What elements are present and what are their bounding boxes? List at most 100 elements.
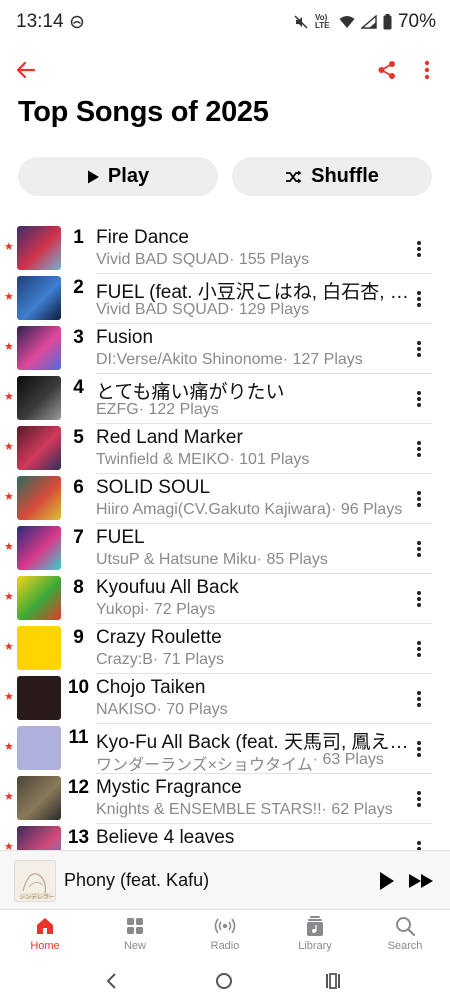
song-row[interactable]: ★ 11 Kyo-Fu All Back (feat. 天馬司, 鳳えむ & 神代類… xyxy=(0,724,450,774)
favorite-star-icon: ★ xyxy=(4,241,14,253)
back-button[interactable] xyxy=(12,56,40,84)
nav-back-button[interactable] xyxy=(99,968,125,994)
more-vertical-icon xyxy=(417,241,421,257)
shuffle-button[interactable]: Shuffle xyxy=(232,157,432,196)
song-row[interactable]: ★ 7 FUEL UtsuP & Hatsune Miku · 85 Plays xyxy=(0,524,450,574)
song-subtitle: EZFG · 122 Plays xyxy=(96,401,410,419)
song-artwork xyxy=(17,526,61,570)
song-play-count: · 63 Plays xyxy=(312,751,384,768)
favorite-star-icon: ★ xyxy=(4,791,14,803)
song-row[interactable]: ★ 5 Red Land Marker Twinfield & MEIKO · 101… xyxy=(0,424,450,474)
song-row[interactable]: ★ 12 Mystic Fragrance Knights & ENSEMBLE ST… xyxy=(0,774,450,824)
tab-radio[interactable]: Radio xyxy=(180,911,270,959)
more-vertical-icon xyxy=(417,691,421,707)
song-title: Mystic Fragrance xyxy=(96,777,242,798)
song-artist: Yukopi xyxy=(96,601,145,618)
tab-label: Search xyxy=(387,940,423,952)
favorite-star-icon: ★ xyxy=(4,641,14,653)
tab-label: New xyxy=(123,940,146,952)
song-row[interactable]: ★ 4 とても痛い痛がりたい EZFG · 122 Plays xyxy=(0,374,450,424)
nav-recents-button[interactable] xyxy=(320,968,346,994)
song-more-button[interactable] xyxy=(408,436,430,462)
favorite-star-icon: ★ xyxy=(4,291,14,303)
nav-home-button[interactable] xyxy=(211,968,237,994)
song-row[interactable]: ★ 2 FUEL (feat. 小豆沢こはね, 白石杏, 東雲彰人 & 青柳冬弥)V… xyxy=(0,274,450,324)
favorite-star-icon: ★ xyxy=(4,391,14,403)
song-play-count: · 101 Plays xyxy=(229,451,310,468)
shuffle-label: Shuffle xyxy=(311,165,379,187)
battery-icon xyxy=(383,14,392,30)
favorite-star-icon: ★ xyxy=(4,691,14,703)
song-row[interactable]: ★ 13 Believe 4 leaves xyxy=(0,824,450,850)
favorite-star-icon: ★ xyxy=(4,841,14,851)
tab-search[interactable]: Search xyxy=(360,911,450,959)
play-button[interactable]: Play xyxy=(18,157,218,196)
song-subtitle: UtsuP & Hatsune Miku · 85 Plays xyxy=(96,551,410,569)
song-row[interactable]: ★ 1 Fire Dance Vivid BAD SQUAD · 155 Plays xyxy=(0,224,450,274)
tab-label: Library xyxy=(298,940,332,952)
song-more-button[interactable] xyxy=(408,736,430,762)
song-play-count: · 62 Plays xyxy=(321,801,393,818)
page-title: Top Songs of 2025 xyxy=(18,96,269,128)
song-artwork xyxy=(17,826,61,850)
song-artist: Twinfield & MEIKO xyxy=(96,451,230,468)
tab-new[interactable]: New xyxy=(90,911,180,959)
more-vertical-icon xyxy=(417,441,421,457)
song-row[interactable]: ★ 6 SOLID SOUL Hiiro Amagi(CV.Gakuto Kajiwa… xyxy=(0,474,450,524)
song-artist: Vivid BAD SQUAD xyxy=(96,251,230,268)
more-vertical-icon xyxy=(417,291,421,307)
song-more-button[interactable] xyxy=(408,836,430,850)
tab-home[interactable]: Home xyxy=(0,911,90,959)
shuffle-icon xyxy=(286,170,302,183)
song-artwork xyxy=(17,726,61,770)
mute-icon xyxy=(294,15,308,29)
song-row[interactable]: ★ 9 Crazy Roulette Crazy:B · 71 Plays xyxy=(0,624,450,674)
status-bar: 13:14 Vo) LTE 70% xyxy=(0,0,450,44)
favorite-star-icon: ★ xyxy=(4,341,14,353)
song-artist: Crazy:B xyxy=(96,651,153,668)
song-more-button[interactable] xyxy=(408,386,430,412)
mini-player-next-button[interactable] xyxy=(407,869,437,893)
song-subtitle: ワンダーランズ×ショウタイム · 63 Plays xyxy=(96,751,410,775)
network-label: Vo) LTE xyxy=(314,13,330,30)
song-rank: 1 xyxy=(73,227,84,248)
song-artwork xyxy=(17,376,61,420)
song-more-button[interactable] xyxy=(408,236,430,262)
song-more-button[interactable] xyxy=(408,786,430,812)
mini-player[interactable]: シンデレラーー Phony (feat. Kafu) xyxy=(0,850,450,910)
play-icon xyxy=(87,170,99,183)
mini-player-play-button[interactable] xyxy=(376,869,398,893)
library-icon xyxy=(307,916,323,936)
song-row[interactable]: ★ 10 Chojo Taiken NAKISO · 70 Plays xyxy=(0,674,450,724)
song-more-button[interactable] xyxy=(408,336,430,362)
song-more-button[interactable] xyxy=(408,636,430,662)
more-vertical-icon xyxy=(417,791,421,807)
mini-player-title[interactable]: Phony (feat. Kafu) xyxy=(64,870,209,891)
song-play-count: · 155 Plays xyxy=(229,251,310,268)
song-rank: 10 xyxy=(67,677,90,698)
song-title: Chojo Taiken xyxy=(96,677,206,698)
more-vertical-icon xyxy=(417,641,421,657)
favorite-star-icon: ★ xyxy=(4,741,14,753)
song-artwork xyxy=(17,576,61,620)
song-more-button[interactable] xyxy=(408,586,430,612)
song-more-button[interactable] xyxy=(408,686,430,712)
song-more-button[interactable] xyxy=(408,486,430,512)
tab-library[interactable]: Library xyxy=(270,911,360,959)
song-list: ★ 1 Fire Dance Vivid BAD SQUAD · 155 Plays ★… xyxy=(0,224,450,850)
song-row[interactable]: ★ 8 Kyoufuu All Back Yukopi · 72 Plays xyxy=(0,574,450,624)
song-row[interactable]: ★ 3 Fusion DI:Verse/Akito Shinonome · 127 P… xyxy=(0,324,450,374)
song-subtitle: Vivid BAD SQUAD · 129 Plays xyxy=(96,301,410,319)
battery-percent: 70% xyxy=(397,11,436,32)
song-subtitle: Crazy:B · 71 Plays xyxy=(96,651,410,669)
recents-icon xyxy=(326,973,340,989)
song-more-button[interactable] xyxy=(408,536,430,562)
mini-player-artwork: シンデレラーー xyxy=(14,860,56,902)
song-artist: Vivid BAD SQUAD xyxy=(96,301,230,318)
share-button[interactable] xyxy=(373,56,401,84)
song-more-button[interactable] xyxy=(408,286,430,312)
song-artwork xyxy=(17,226,61,270)
song-play-count: · 85 Plays xyxy=(256,551,328,568)
chevron-left-icon xyxy=(106,973,116,989)
more-options-button[interactable] xyxy=(413,56,441,84)
